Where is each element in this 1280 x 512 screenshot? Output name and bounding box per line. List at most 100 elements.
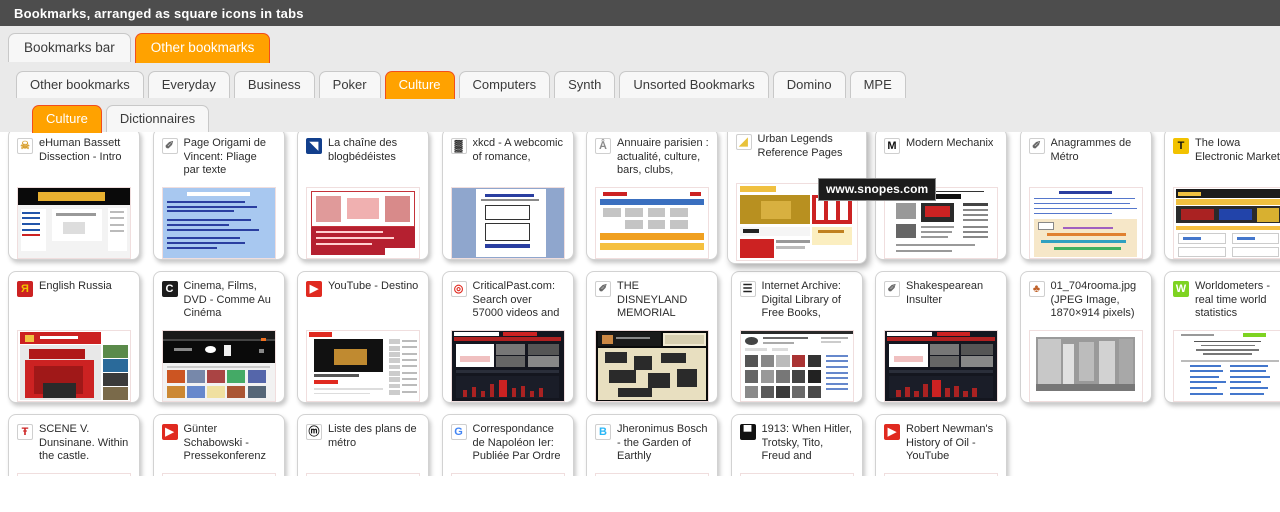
bookmark-title: Jheronimus Bosch - the Garden of Earthly <box>617 423 708 462</box>
tab-computers[interactable]: Computers <box>458 71 551 99</box>
bookmark-thumbnail <box>739 473 854 476</box>
bookmark-title: Anagrammes de Métro <box>1050 137 1132 163</box>
bookmark-thumbnail <box>17 187 131 259</box>
tab-other-bookmarks[interactable]: Other bookmarks <box>16 71 144 99</box>
bookmark-tile[interactable]: ▶ Robert Newman's History of Oil - YouTub… <box>875 414 1007 476</box>
tab-business[interactable]: Business <box>233 71 315 99</box>
bookmark-root-tabstrip: Bookmarks bar Other bookmarks <box>0 26 1280 63</box>
page-icon: ✐ <box>1028 138 1045 154</box>
tab-other-bookmarks[interactable]: Other bookmarks <box>134 33 271 63</box>
bookmark-tile[interactable]: B Jheronimus Bosch - the Garden of Earthl… <box>586 414 718 476</box>
window-title: Bookmarks, arranged as square icons in t… <box>14 5 304 21</box>
bookmark-thumbnail <box>161 330 276 402</box>
bookmark-thumbnail <box>161 187 276 259</box>
bookmark-tile[interactable]: C Cinema, Films, DVD - Comme Au Cinéma <box>152 271 285 403</box>
bookmark-tile-header: M Modern Mechanix <box>884 137 998 183</box>
flag-icon: ◥ <box>306 138 322 154</box>
bookmark-tile[interactable]: G Correspondance de Napoléon Ier: Publiée… <box>441 414 574 476</box>
letter-c-icon: C <box>161 281 178 297</box>
bookmark-tile-header: T The Iowa Electronic Markets <box>1173 137 1280 183</box>
bookmark-title: Modern Mechanix <box>906 137 994 149</box>
skull-icon: ☠ <box>17 138 33 154</box>
bookmark-thumbnail <box>1028 187 1143 259</box>
bookmark-tile[interactable]: ☠ eHuman Bassett Dissection - Intro <box>8 132 140 260</box>
bookmark-tile[interactable]: ▶ YouTube - Destino <box>297 271 429 403</box>
url-tooltip: www.snopes.com <box>818 178 937 201</box>
letter-t-icon: T <box>1173 138 1189 154</box>
bookmark-tile[interactable]: ✐ THE DISNEYLAND MEMORIAL <box>586 271 718 403</box>
bookmark-tile-header: B Jheronimus Bosch - the Garden of Earthl… <box>595 423 709 469</box>
bookmark-tile[interactable]: W Worldometers - real time world statisti… <box>1164 271 1280 403</box>
bookmark-tile[interactable]: ▀ 1913: When Hitler, Trotsky, Tito, Freud… <box>730 414 863 476</box>
page-icon: ✐ <box>595 281 611 297</box>
bookmark-tile[interactable]: ✐ Anagrammes de Métro <box>1019 132 1152 260</box>
bookmark-tile-header: G Correspondance de Napoléon Ier: Publiée… <box>450 423 565 469</box>
tab-synth[interactable]: Synth <box>554 71 616 99</box>
russia-icon: Я <box>17 281 33 297</box>
bookmark-thumbnail <box>450 187 565 259</box>
snopes-icon: ◢ <box>735 134 752 150</box>
bookmark-title: YouTube - Destino <box>328 280 419 292</box>
bookmark-tile[interactable]: Я English Russia <box>8 271 140 403</box>
bookmark-tile-area: ☠ eHuman Bassett Dissection - Intro ✐ Page … <box>0 132 1280 476</box>
bookmark-tile[interactable]: ◎ CriticalPast.com: Search over 57000 vid… <box>441 271 574 403</box>
bookmark-title: xkcd - A webcomic of romance, <box>472 137 563 163</box>
bookmark-title: Correspondance de Napoléon Ier: Publiée … <box>472 423 561 462</box>
bookmark-tile-header: ◢ Urban Legends Reference Pages <box>735 133 858 179</box>
bookmark-title: La chaîne des blogbédéistes <box>328 137 398 163</box>
bookmark-tile[interactable]: Ŧ SCENE V. Dunsinane. Within the castle. <box>8 414 140 476</box>
bookmark-tile-header: ◎ CriticalPast.com: Search over 57000 vid… <box>450 280 565 326</box>
bookmark-title: The Iowa Electronic Markets <box>1195 137 1280 163</box>
bookmark-thumbnail <box>17 473 131 476</box>
bookmark-thumbnail <box>306 330 420 402</box>
bookmark-thumbnail <box>1173 330 1280 402</box>
letter-t-serif-icon: Ŧ <box>17 424 33 440</box>
bookmark-tile[interactable]: ◥ La chaîne des blogbédéistes <box>297 132 429 260</box>
bookmark-tile-header: ▀ 1913: When Hitler, Trotsky, Tito, Freud… <box>739 423 854 469</box>
bookmark-tile-header: ♣ 01_704rooma.jpg (JPEG Image, 1870×914 p… <box>1028 280 1143 326</box>
bookmark-tile[interactable]: Å Annuaire parisien : actualité, culture,… <box>586 132 718 260</box>
bookmark-thumbnail <box>306 473 420 476</box>
youtube-icon: ▶ <box>884 424 900 440</box>
bookmark-tile-header: W Worldometers - real time world statisti… <box>1173 280 1280 326</box>
bookmark-title: Günter Schabowski - Pressekonferenz <box>183 423 267 462</box>
bookmark-tile[interactable]: ☰ Internet Archive: Digital Library of Fr… <box>730 271 863 403</box>
google-icon: G <box>450 424 467 440</box>
bookmark-thumbnail <box>1028 330 1143 402</box>
tab-dictionnaires[interactable]: Dictionnaires <box>105 105 210 133</box>
youtube-icon: ▶ <box>306 281 322 297</box>
bookmark-thumbnail <box>306 187 420 259</box>
bookmark-title: 1913: When Hitler, Trotsky, Tito, Freud … <box>761 423 853 462</box>
bookmark-thumbnail <box>595 187 709 259</box>
bookmark-tile-header: ▓ xkcd - A webcomic of romance, <box>450 137 565 183</box>
tab-poker[interactable]: Poker <box>318 71 381 99</box>
bookmark-tile-header: ✐ Anagrammes de Métro <box>1028 137 1143 183</box>
bookmark-tile[interactable]: T The Iowa Electronic Markets <box>1164 132 1280 260</box>
archive-icon: ☰ <box>739 281 756 297</box>
bookmark-tile[interactable]: ✐ Shakespearean Insulter <box>875 271 1007 403</box>
bookmark-title: Cinema, Films, DVD - Comme Au Cinéma <box>183 280 271 319</box>
tab-mpe[interactable]: MPE <box>849 71 906 99</box>
bookmark-tile-grid: ☠ eHuman Bassett Dissection - Intro ✐ Page … <box>0 132 1280 476</box>
tab-culture[interactable]: Culture <box>32 105 102 133</box>
bookmark-tile-header: ⓜ Liste des plans de métro <box>306 423 420 469</box>
metro-icon: ⓜ <box>306 424 322 440</box>
xkcd-icon: ▓ <box>450 138 467 154</box>
bookmark-title: Shakespearean Insulter <box>906 280 984 306</box>
bookmark-tile[interactable]: ⓜ Liste des plans de métro <box>297 414 429 476</box>
tab-unsorted-bookmarks[interactable]: Unsorted Bookmarks <box>619 71 769 99</box>
tab-domino[interactable]: Domino <box>772 71 846 99</box>
bookmark-tile[interactable]: ✐ Page Origami de Vincent: Pliage par tex… <box>152 132 285 260</box>
bbc-icon: ▀ <box>739 424 756 440</box>
target-icon: ◎ <box>450 281 467 297</box>
bookmark-tile[interactable]: ▓ xkcd - A webcomic of romance, <box>441 132 574 260</box>
tab-everyday[interactable]: Everyday <box>147 71 230 99</box>
bookmark-tile-header: ✐ THE DISNEYLAND MEMORIAL <box>595 280 709 326</box>
bookmark-tile[interactable]: ♣ 01_704rooma.jpg (JPEG Image, 1870×914 p… <box>1019 271 1152 403</box>
page-icon: ✐ <box>884 281 900 297</box>
bookmark-title: CriticalPast.com: Search over 57000 vide… <box>472 280 560 319</box>
tab-bookmarks-bar[interactable]: Bookmarks bar <box>8 33 131 63</box>
bookmark-tile[interactable]: ▶ Günter Schabowski - Pressekonferenz <box>152 414 285 476</box>
tab-culture[interactable]: Culture <box>384 71 455 99</box>
bookmark-title: Liste des plans de métro <box>328 423 417 449</box>
